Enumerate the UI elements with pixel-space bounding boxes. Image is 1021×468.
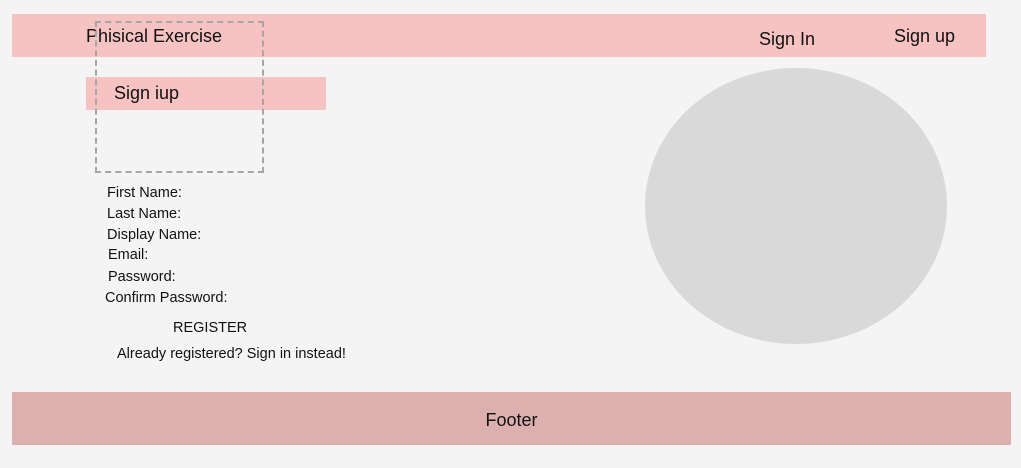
footer: Footer — [12, 392, 1011, 445]
image-placeholder — [645, 68, 947, 344]
display-name-field[interactable]: Display Name: — [107, 226, 201, 244]
nav-sign-in-link[interactable]: Sign In — [759, 28, 815, 50]
sign-in-instead-link[interactable]: Already registered? Sign in instead! — [117, 345, 346, 363]
email-field[interactable]: Email: — [108, 246, 148, 264]
password-field[interactable]: Password: — [108, 268, 176, 286]
register-button[interactable]: REGISTER — [173, 319, 247, 337]
nav-sign-up-link[interactable]: Sign up — [894, 25, 955, 47]
confirm-password-field[interactable]: Confirm Password: — [105, 289, 227, 307]
last-name-field[interactable]: Last Name: — [107, 205, 181, 223]
layout-placeholder-box — [95, 21, 264, 173]
first-name-field[interactable]: First Name: — [107, 184, 182, 202]
footer-text: Footer — [485, 410, 538, 430]
